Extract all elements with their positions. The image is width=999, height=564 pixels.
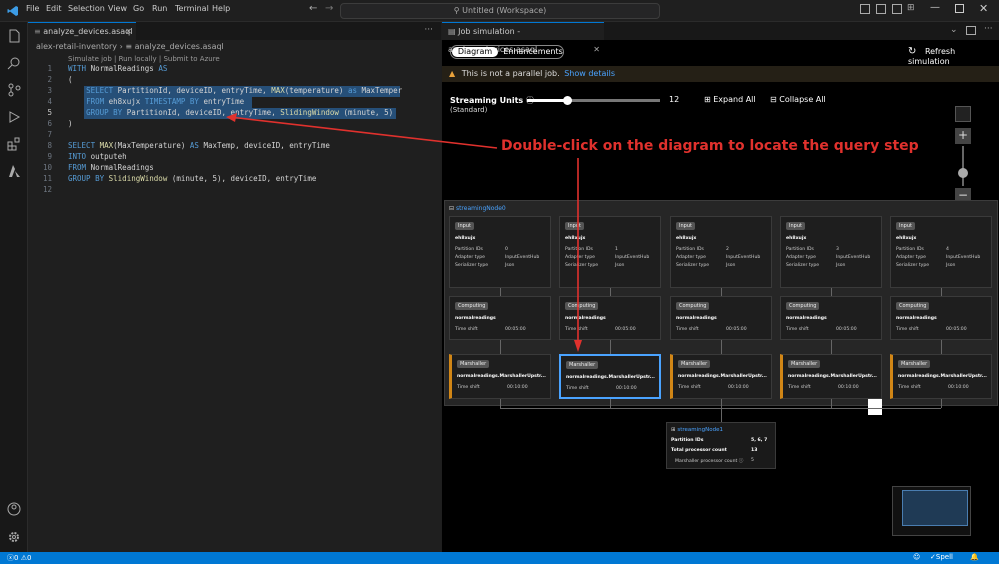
notifications-icon[interactable]: 🔔 (970, 553, 979, 561)
spell-status[interactable]: ✓Spell (930, 553, 953, 561)
annotation-arrows (226, 113, 582, 352)
problems-indicator[interactable]: ⓧ0 ⚠0 (7, 553, 31, 563)
copilot-icon[interactable]: ☺ (913, 553, 920, 561)
error-icon: ⓧ (7, 554, 14, 562)
status-bar: ⓧ0 ⚠0 ☺ ✓Spell 🔔 (0, 552, 999, 564)
annotation-text: Double-click on the diagram to locate th… (501, 138, 919, 154)
